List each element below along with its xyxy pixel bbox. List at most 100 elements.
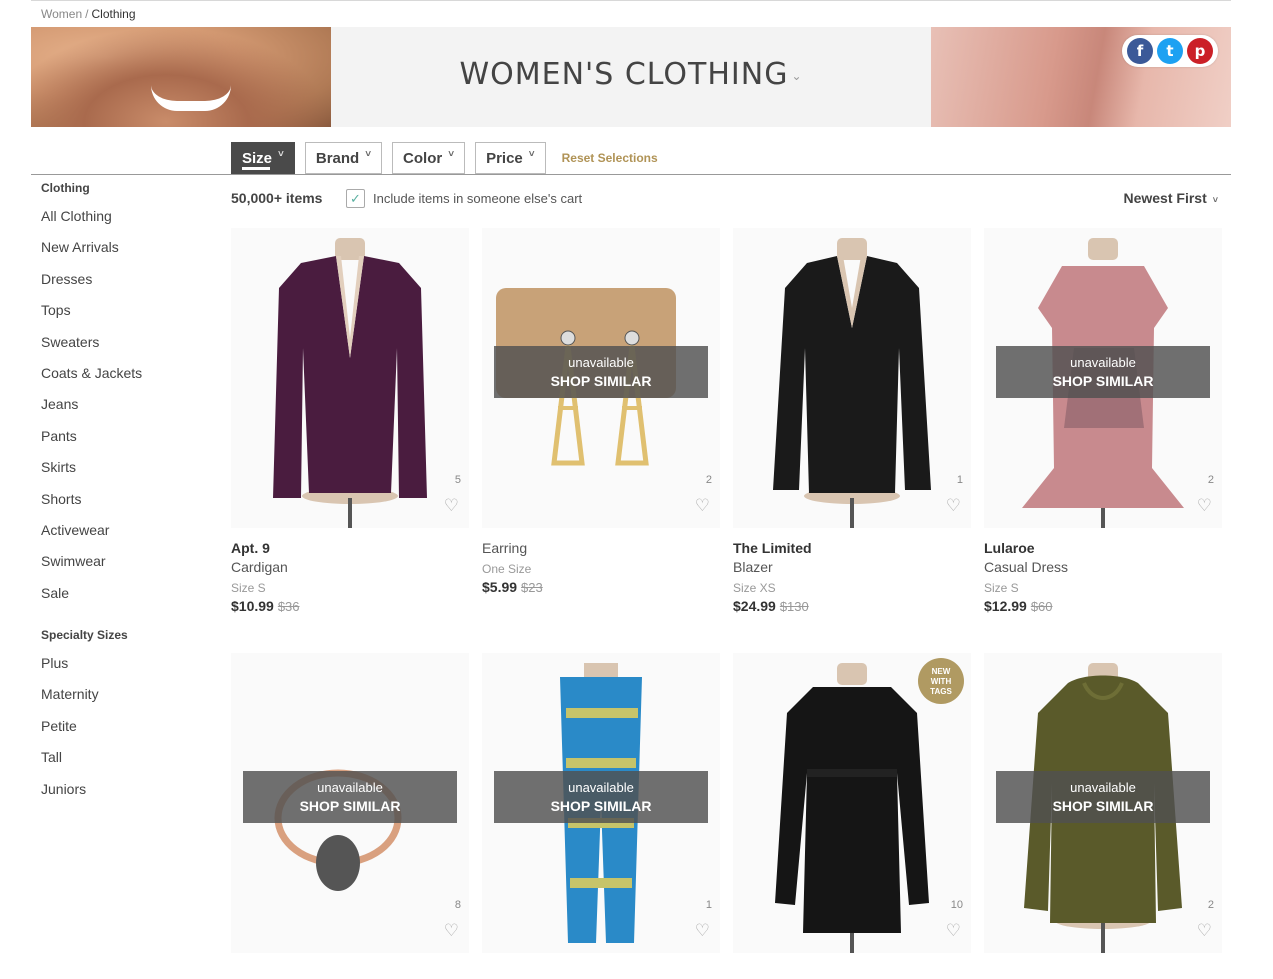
badge-text: NEW (931, 667, 951, 676)
heart-icon[interactable]: ♡ (946, 922, 961, 939)
like-count: 1 (956, 474, 963, 486)
product-card[interactable]: unavailable SHOP SIMILAR 1 ♡ (482, 653, 720, 953)
product-category: Blazer (733, 559, 773, 575)
product-size: One Size (482, 562, 532, 576)
heart-icon[interactable]: ♡ (444, 497, 459, 514)
sidebar-item-maternity[interactable]: Maternity (41, 686, 211, 717)
sidebar-item-tops[interactable]: Tops (41, 302, 211, 333)
original-price: $130 (779, 599, 809, 614)
shop-similar-overlay[interactable]: unavailable SHOP SIMILAR (996, 346, 1210, 398)
price-filter-button[interactable]: Price ˅ (475, 142, 546, 174)
product-card[interactable]: unavailable SHOP SIMILAR 2 ♡ Earring One Size… (482, 228, 720, 595)
product-image[interactable]: unavailable SHOP SIMILAR 1 ♡ (482, 653, 720, 953)
chevron-down-icon: ⌄ (791, 68, 803, 83)
shop-similar-overlay[interactable]: unavailable SHOP SIMILAR (494, 346, 708, 398)
original-price: $23 (521, 580, 543, 595)
sidebar: Clothing All Clothing New Arrivals Dresses… (41, 181, 211, 812)
include-cart-checkbox[interactable]: ✓ (346, 189, 365, 208)
shop-similar-button[interactable]: SHOP SIMILAR (494, 373, 708, 389)
sidebar-item-petite[interactable]: Petite (41, 718, 211, 749)
sidebar-item-dresses[interactable]: Dresses (41, 271, 211, 302)
sidebar-item-activewear[interactable]: Activewear (41, 522, 211, 553)
sort-label: Newest First (1123, 190, 1207, 206)
breadcrumb-women-link[interactable]: Women (41, 7, 82, 21)
sidebar-item-swimwear[interactable]: Swimwear (41, 553, 211, 584)
shop-similar-overlay[interactable]: unavailable SHOP SIMILAR (243, 771, 457, 823)
product-photo (773, 238, 931, 528)
product-photo (273, 238, 427, 528)
product-category: Earring (482, 540, 528, 556)
product-price: $10.99 $36 (231, 598, 469, 614)
reset-selections-link[interactable]: Reset Selections (562, 151, 658, 165)
product-price: $12.99 $60 (984, 598, 1222, 614)
page-title[interactable]: WOMEN'S CLOTHING ⌄ (331, 57, 931, 92)
badge-text: WITH (930, 677, 952, 686)
checkmark-icon: ✓ (350, 190, 361, 206)
filter-divider (31, 174, 1231, 175)
product-image[interactable]: 1 ♡ (733, 228, 971, 528)
shop-similar-button[interactable]: SHOP SIMILAR (494, 798, 708, 814)
product-image[interactable]: unavailable SHOP SIMILAR 2 ♡ (482, 228, 720, 528)
sidebar-item-coats-jackets[interactable]: Coats & Jackets (41, 365, 211, 396)
sidebar-item-all-clothing[interactable]: All Clothing (41, 208, 211, 239)
product-image[interactable]: 5 ♡ (231, 228, 469, 528)
sale-price: $5.99 (482, 579, 518, 595)
product-card[interactable]: unavailable SHOP SIMILAR 2 ♡ (984, 653, 1222, 953)
product-card[interactable]: 5 ♡ Apt. 9 Cardigan Size S $10.99 $36 (231, 228, 469, 614)
like-count: 2 (705, 474, 712, 486)
include-cart-label[interactable]: Include items in someone else's cart (373, 191, 582, 206)
like-count: 8 (454, 899, 461, 911)
heart-icon[interactable]: ♡ (695, 922, 710, 939)
product-card[interactable]: unavailable SHOP SIMILAR 2 ♡ Lularoe Casual D… (984, 228, 1222, 614)
facebook-icon[interactable]: f (1127, 38, 1153, 64)
product-brand: Lularoe (984, 540, 1035, 556)
sidebar-heading-clothing: Clothing (41, 181, 90, 195)
product-card[interactable]: 1 ♡ The Limited Blazer Size XS $24.99 $130 (733, 228, 971, 614)
breadcrumb-separator: / (85, 7, 89, 21)
product-image[interactable]: unavailable SHOP SIMILAR 2 ♡ (984, 228, 1222, 528)
shop-similar-button[interactable]: SHOP SIMILAR (243, 798, 457, 814)
sale-price: $10.99 (231, 598, 274, 614)
shop-similar-overlay[interactable]: unavailable SHOP SIMILAR (996, 771, 1210, 823)
pinterest-icon[interactable]: p (1187, 38, 1213, 64)
heart-icon[interactable]: ♡ (444, 922, 459, 939)
sort-dropdown[interactable]: Newest First ˅ (1123, 190, 1218, 206)
heart-icon[interactable]: ♡ (695, 497, 710, 514)
price-filter-label: Price (486, 149, 523, 167)
chevron-down-icon: ˅ (365, 148, 372, 160)
sidebar-item-new-arrivals[interactable]: New Arrivals (41, 239, 211, 270)
sidebar-item-pants[interactable]: Pants (41, 428, 211, 459)
heart-icon[interactable]: ♡ (1197, 497, 1212, 514)
size-filter-button[interactable]: Size ˅ (231, 142, 295, 174)
shop-similar-button[interactable]: SHOP SIMILAR (996, 798, 1210, 814)
page-title-text: WOMEN'S CLOTHING (459, 57, 789, 92)
unavailable-label: unavailable (568, 780, 634, 795)
heart-icon[interactable]: ♡ (946, 497, 961, 514)
shop-similar-button[interactable]: SHOP SIMILAR (996, 373, 1210, 389)
twitter-icon[interactable]: t (1157, 38, 1183, 64)
sidebar-item-skirts[interactable]: Skirts (41, 459, 211, 490)
color-filter-button[interactable]: Color ˅ (392, 142, 466, 174)
sidebar-item-sweaters[interactable]: Sweaters (41, 334, 211, 365)
shop-similar-overlay[interactable]: unavailable SHOP SIMILAR (494, 771, 708, 823)
product-category: Cardigan (231, 559, 288, 575)
brand-filter-button[interactable]: Brand ˅ (304, 142, 383, 174)
sidebar-item-plus[interactable]: Plus (41, 655, 211, 686)
product-card[interactable]: unavailable SHOP SIMILAR 8 ♡ (231, 653, 469, 953)
breadcrumb: Women / Clothing (41, 7, 136, 21)
chevron-down-icon: ˅ (528, 148, 535, 160)
sidebar-item-tall[interactable]: Tall (41, 749, 211, 780)
sidebar-item-juniors[interactable]: Juniors (41, 781, 211, 812)
product-category: Casual Dress (984, 559, 1069, 575)
brand-filter-label: Brand (315, 149, 360, 167)
like-count: 2 (1207, 474, 1214, 486)
sidebar-item-shorts[interactable]: Shorts (41, 491, 211, 522)
chevron-down-icon: ˅ (1212, 195, 1218, 205)
product-image[interactable]: unavailable SHOP SIMILAR 8 ♡ (231, 653, 469, 953)
sidebar-item-sale[interactable]: Sale (41, 585, 211, 616)
heart-icon[interactable]: ♡ (1197, 922, 1212, 939)
product-image[interactable]: NEW WITH TAGS 10 ♡ (733, 653, 971, 953)
product-card[interactable]: NEW WITH TAGS 10 ♡ (733, 653, 971, 953)
sidebar-item-jeans[interactable]: Jeans (41, 396, 211, 427)
product-image[interactable]: unavailable SHOP SIMILAR 2 ♡ (984, 653, 1222, 953)
